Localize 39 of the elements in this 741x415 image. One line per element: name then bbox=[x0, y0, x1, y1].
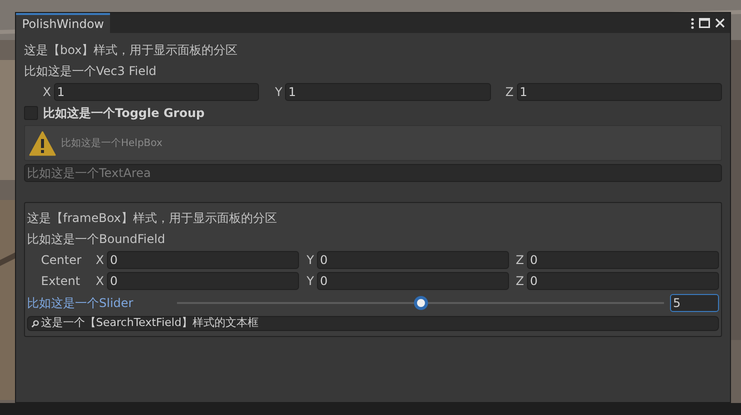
axis-label: Y bbox=[274, 84, 284, 101]
maximize-icon[interactable] bbox=[699, 18, 710, 28]
number-field[interactable]: 0 bbox=[107, 251, 299, 269]
slider-label: 比如这是一个Slider bbox=[27, 295, 134, 312]
slider-thumb[interactable] bbox=[414, 296, 428, 310]
axis-label: Z bbox=[514, 273, 525, 290]
help-text: 比如这是一个HelpBox bbox=[61, 136, 162, 150]
number-field[interactable]: 0 bbox=[317, 251, 509, 269]
axis-label: X bbox=[42, 84, 52, 101]
axis-label: Z bbox=[504, 84, 515, 101]
number-field[interactable]: 0 bbox=[107, 272, 299, 290]
axis-label: Z bbox=[514, 252, 525, 269]
toggle-label: 比如这是一个Toggle Group bbox=[43, 105, 205, 122]
number-field[interactable]: 0 bbox=[527, 251, 719, 269]
text-area[interactable]: 比如这是一个TextArea bbox=[24, 164, 722, 182]
window-tab[interactable]: PolishWindow bbox=[16, 13, 110, 33]
row-label: Center bbox=[40, 252, 82, 269]
axis-label: Y bbox=[306, 252, 315, 269]
field-label: 比如这是一个Vec3 Field bbox=[24, 63, 158, 80]
axis-label: X bbox=[94, 273, 105, 290]
row-label: Extent bbox=[40, 273, 82, 290]
axis-label: Y bbox=[306, 273, 315, 290]
number-field[interactable]: 1 bbox=[54, 83, 260, 101]
number-field[interactable]: 1 bbox=[516, 83, 722, 101]
more-icon[interactable] bbox=[691, 18, 694, 28]
section-title: 这是【box】样式，用于显示面板的分区 bbox=[24, 42, 239, 59]
checkbox[interactable] bbox=[24, 106, 38, 120]
search-field[interactable]: 这是一个【SearchTextField】样式的文本框 bbox=[27, 316, 719, 331]
field-label: 比如这是一个BoundField bbox=[27, 231, 166, 248]
number-field[interactable]: 0 bbox=[317, 272, 509, 290]
close-icon[interactable] bbox=[715, 18, 725, 28]
section-title: 这是【frameBox】样式，用于显示面板的分区 bbox=[27, 210, 278, 227]
slider[interactable] bbox=[177, 296, 664, 310]
number-field[interactable]: 1 bbox=[285, 83, 491, 101]
warning-icon bbox=[29, 130, 56, 156]
number-field[interactable]: 0 bbox=[527, 272, 719, 290]
axis-label: X bbox=[94, 252, 105, 269]
number-field[interactable]: 5 bbox=[670, 294, 719, 312]
search-icon bbox=[31, 320, 39, 328]
